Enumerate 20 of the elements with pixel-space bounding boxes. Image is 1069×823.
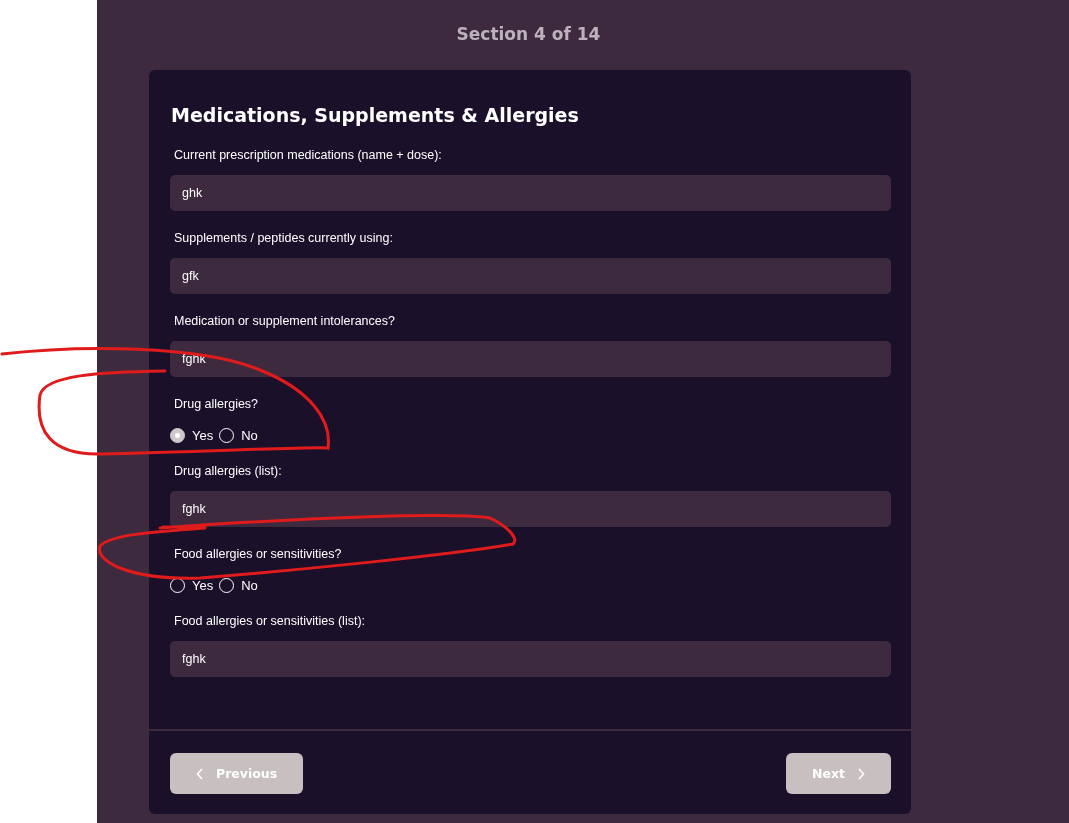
input-field[interactable]: ghk (170, 175, 891, 211)
field-label: Medication or supplement intolerances? (174, 314, 395, 329)
field-label: Drug allergies (list): (174, 464, 282, 479)
input-field[interactable]: fghk (170, 341, 891, 377)
input-field[interactable]: fghk (170, 641, 891, 677)
option-label: No (241, 427, 258, 443)
option-label: Yes (192, 427, 214, 443)
field-label: Drug allergies? (174, 397, 259, 412)
field-label: Current prescription medications (name + dose): (174, 148, 442, 163)
section-title: Medications, Supplements & Allergies (171, 104, 580, 126)
chevron-left-icon (196, 767, 204, 780)
radio-button[interactable] (170, 427, 185, 443)
field-label: Food allergies or sensitivities (list): (174, 614, 366, 629)
field-label: Supplements / peptides currently using: (174, 231, 393, 246)
chevron-right-icon (857, 767, 865, 780)
option-label: No (241, 577, 258, 593)
input-field[interactable]: gfk (170, 258, 891, 294)
input-field[interactable]: fghk (170, 491, 891, 527)
option-label: Yes (192, 577, 214, 593)
field-label: Food allergies or sensitivities? (174, 547, 342, 562)
